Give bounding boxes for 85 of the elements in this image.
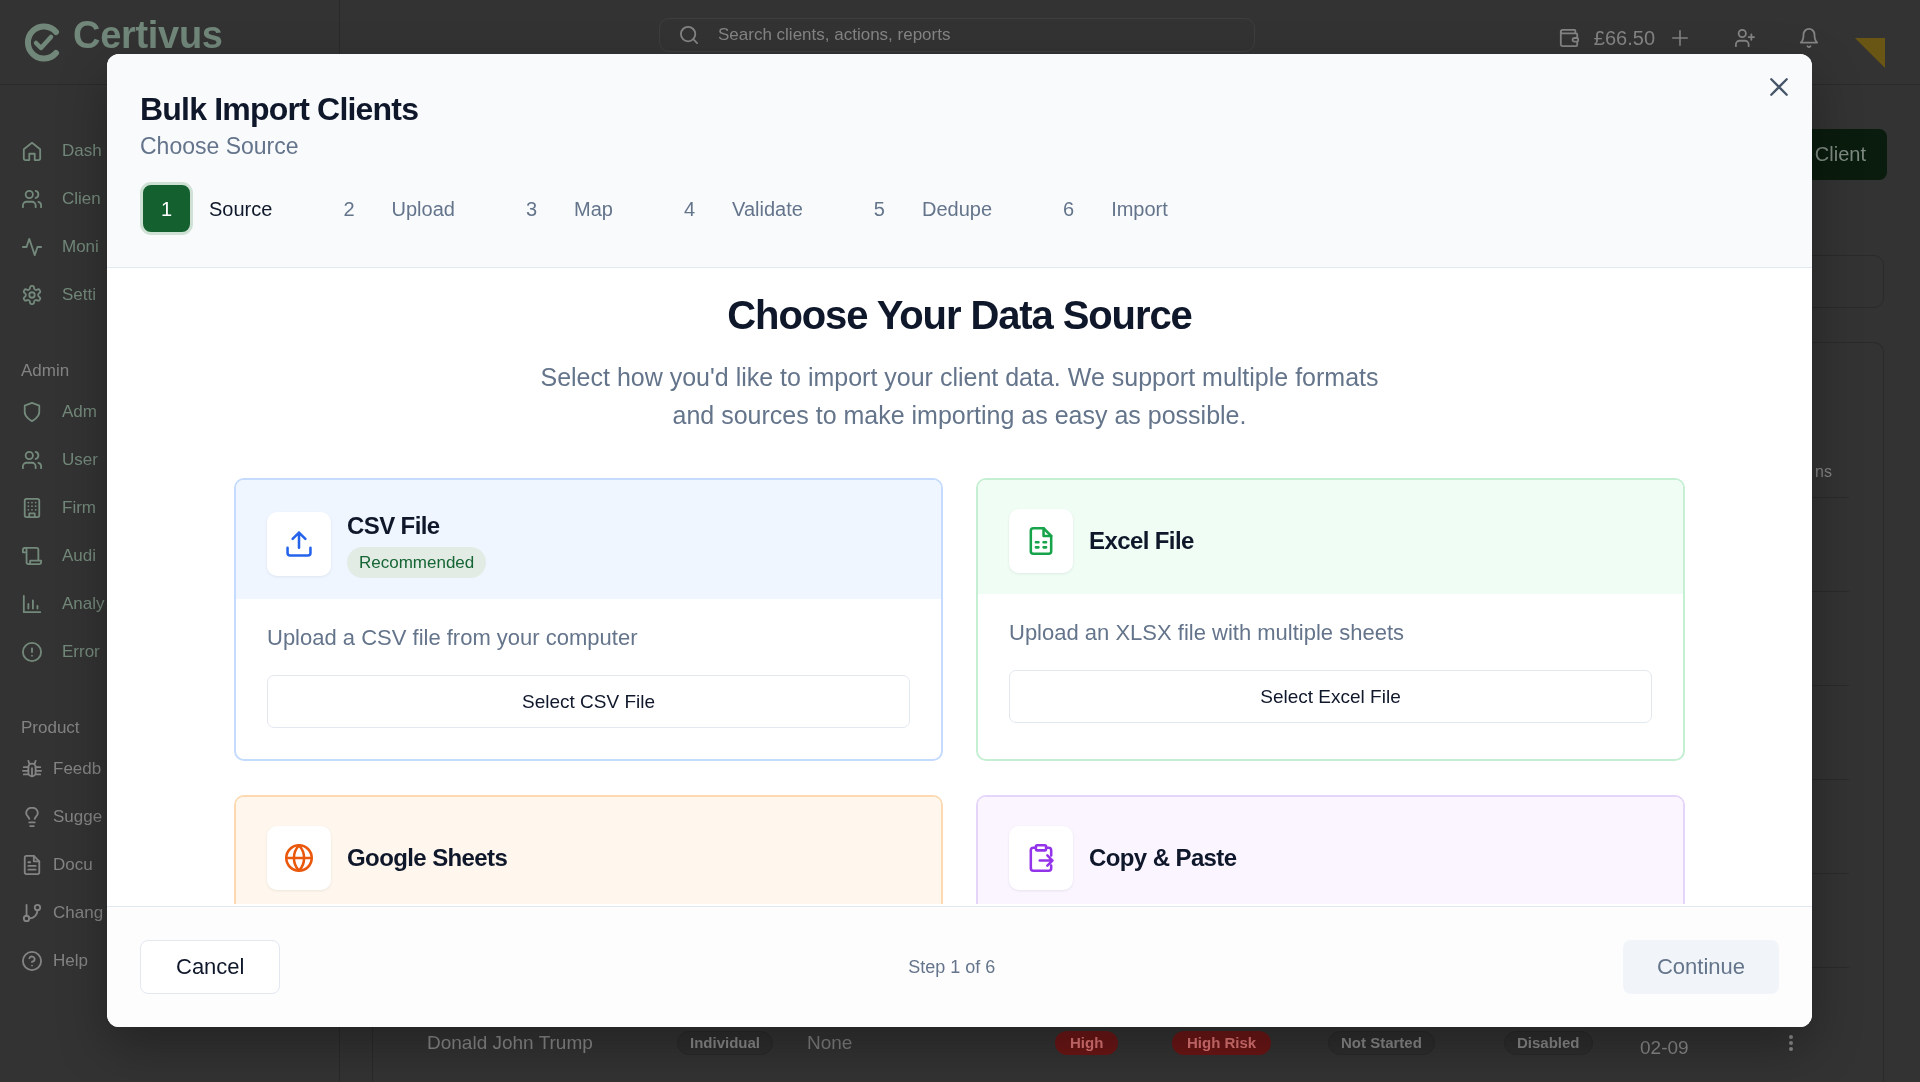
sidebar-item[interactable]: Firm xyxy=(22,484,96,532)
sidebar-item[interactable]: Analy xyxy=(22,580,105,628)
section-heading: Choose Your Data Source xyxy=(727,292,1192,339)
bar-chart-icon xyxy=(22,594,42,614)
sidebar-item[interactable]: Docu xyxy=(22,841,93,889)
card-title: Google Sheets xyxy=(347,843,508,873)
select-file-button[interactable]: Select Excel File xyxy=(1009,670,1652,723)
cancel-button[interactable]: Cancel xyxy=(140,940,281,994)
recommended-badge: Recommended xyxy=(347,547,487,578)
select-file-button[interactable]: Select CSV File xyxy=(267,675,910,728)
sidebar-item[interactable]: Moni xyxy=(22,223,99,271)
card-title: Copy & Paste xyxy=(1089,843,1237,873)
section-label: Admin xyxy=(21,360,70,382)
scroll-icon xyxy=(22,546,42,566)
search-icon xyxy=(680,26,698,44)
spreadsheet-file-icon xyxy=(1009,509,1073,573)
step-number: 2 xyxy=(343,196,355,221)
users-icon xyxy=(22,189,42,209)
sidebar-item[interactable]: Help xyxy=(22,937,88,985)
users-icon xyxy=(22,450,42,470)
status-tag: Disabled xyxy=(1504,1031,1593,1055)
step-label: Source xyxy=(209,196,273,221)
dialog-title: Bulk Import Clients xyxy=(140,90,419,128)
step-label: Dedupe xyxy=(921,196,993,221)
sidebar-item[interactable]: Chang xyxy=(22,889,104,937)
help-icon xyxy=(22,951,42,971)
status-tag: Individual xyxy=(677,1031,773,1055)
date-text: 02-09 xyxy=(1640,1036,1689,1060)
step-label: Map xyxy=(574,196,613,221)
sidebar-item[interactable]: Audi xyxy=(22,532,97,580)
card-description: Upload a CSV file from your computer xyxy=(267,624,638,652)
search-field[interactable]: Search clients, actions, reports xyxy=(659,18,1255,52)
table-cell: None xyxy=(807,1031,853,1055)
branch-icon xyxy=(22,903,42,923)
logo-text: Certivus xyxy=(73,16,223,54)
step-number: 6 xyxy=(1063,196,1075,221)
upload-icon xyxy=(267,511,331,576)
wallet-icon[interactable] xyxy=(1558,28,1579,48)
client-name: Donald John Trump xyxy=(427,1031,593,1055)
client-button[interactable]: Client xyxy=(1811,129,1887,180)
step-label: Import xyxy=(1111,196,1168,221)
status-tag: Not Started xyxy=(1328,1031,1435,1055)
sidebar-item[interactable]: Feedb xyxy=(22,745,102,793)
step-counter: Step 1 of 6 xyxy=(908,956,996,978)
user-plus-icon[interactable] xyxy=(1735,28,1755,48)
document-icon xyxy=(22,855,42,875)
alert-circle-icon xyxy=(22,642,42,662)
card-title: Excel File xyxy=(1089,526,1194,556)
lightbulb-icon xyxy=(22,807,42,827)
sidebar-item[interactable]: Setti xyxy=(22,271,97,319)
sidebar-item[interactable]: Clien xyxy=(22,175,101,223)
step-number: 4 xyxy=(683,196,696,221)
kebab-menu-icon[interactable] xyxy=(1789,1035,1793,1051)
risk-tag: High xyxy=(1055,1031,1119,1055)
close-button[interactable] xyxy=(1770,78,1788,96)
section-description: Select how you'd like to import your client data. We support multiple formats and sources to make importing as easy as possible. xyxy=(539,362,1380,431)
step-label: Validate xyxy=(732,196,803,221)
risk-tag: High Risk xyxy=(1172,1031,1272,1055)
step-number: 5 xyxy=(873,196,885,221)
sidebar-item[interactable]: Dash xyxy=(22,127,102,175)
bell-icon[interactable] xyxy=(1799,28,1819,48)
step-label: Upload xyxy=(391,196,455,221)
section-label: Product xyxy=(21,717,80,739)
step-number: 3 xyxy=(525,196,537,221)
sidebar-item[interactable]: Error xyxy=(22,628,100,676)
card-description: Upload an XLSX file with multiple sheets xyxy=(1009,619,1404,647)
step-number: 1 xyxy=(140,182,193,235)
balance-amount: £66.50 xyxy=(1593,26,1655,50)
pulse-line-icon xyxy=(22,237,42,257)
close-icon xyxy=(1770,78,1788,96)
plus-icon[interactable] xyxy=(1672,30,1688,46)
building-icon xyxy=(22,498,42,518)
column-header: ns xyxy=(1815,463,1832,481)
home-icon xyxy=(22,141,42,161)
dialog-subtitle: Choose Source xyxy=(140,132,299,160)
sidebar-item[interactable]: Sugge xyxy=(22,793,103,841)
sidebar-item[interactable]: User xyxy=(22,436,98,484)
logo-icon xyxy=(22,21,62,64)
sidebar-item[interactable]: Adm xyxy=(22,388,97,436)
card-title: CSV File xyxy=(347,511,440,541)
shield-icon xyxy=(22,402,42,422)
settings-icon xyxy=(22,285,42,305)
globe-icon xyxy=(267,826,331,890)
bug-icon xyxy=(22,759,42,779)
triangle-icon[interactable] xyxy=(1855,38,1885,68)
